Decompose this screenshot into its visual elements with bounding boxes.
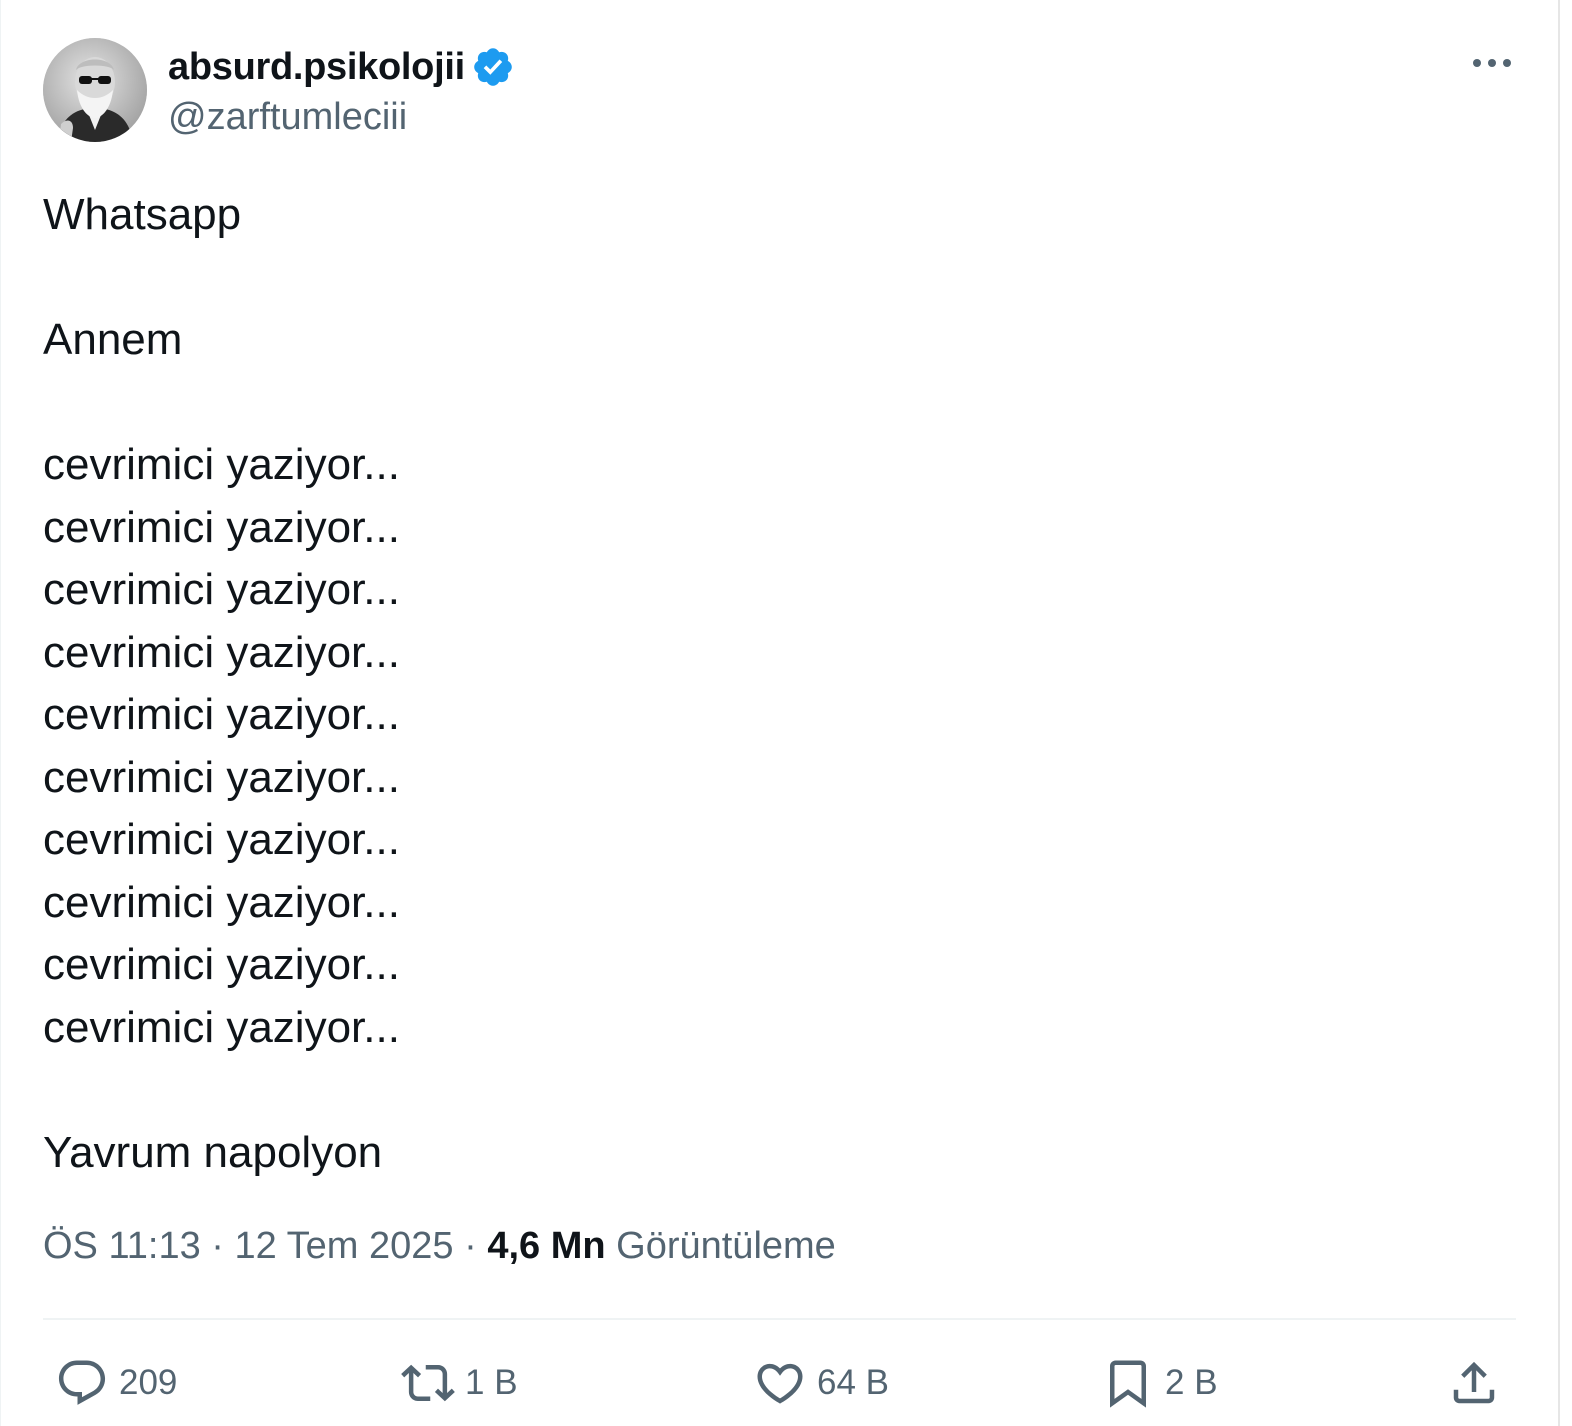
share-button[interactable] [1447,1350,1501,1416]
display-name[interactable]: absurd.psikolojii [168,46,465,89]
name-row: absurd.psikolojii [168,42,515,92]
more-options-button[interactable] [1471,46,1513,80]
tweet-line: Yavrum napolyon [43,1127,383,1177]
views-space [606,1225,617,1268]
tweet-line: cevrimici yaziyor... [43,940,400,989]
tweet-line: cevrimici yaziyor... [43,690,400,739]
tweet-line: cevrimici yaziyor... [43,502,400,552]
repost-icon [401,1364,455,1402]
tweet-card: absurd.psikolojii @zarftumleciii Whatsap… [0,0,1560,1426]
avatar-portrait-icon [43,38,147,142]
divider [43,1318,1516,1320]
tweet-line: cevrimici yaziyor... [43,752,400,802]
tweet-header: absurd.psikolojii @zarftumleciii [43,38,1523,144]
views-label[interactable]: Görüntüleme [616,1225,836,1268]
meta-separator: · [453,1225,488,1267]
more-dots-icon [1473,59,1511,67]
user-handle[interactable]: @zarftumleciii [168,96,407,139]
meta-separator: · [200,1225,235,1267]
action-bar: 209 1 B 64 B 2 B [1,1340,1561,1426]
heart-icon [757,1363,803,1404]
tweet-line: cevrimici yaziyor... [43,565,400,614]
avatar[interactable] [43,38,147,142]
reply-count: 209 [119,1363,178,1402]
tweet-date[interactable]: 12 Tem 2025 [235,1225,454,1268]
tweet-line: cevrimici yaziyor... [43,440,400,489]
tweet-meta: ÖS 11:13 · 12 Tem 2025 · 4,6 Mn Görüntül… [43,1225,836,1268]
verified-check-icon[interactable] [471,45,515,89]
like-button[interactable]: 64 B [753,1350,889,1416]
bookmark-count: 2 B [1165,1363,1218,1402]
bookmark-icon [1110,1360,1146,1408]
bookmark-button[interactable]: 2 B [1101,1350,1218,1416]
repost-count: 1 B [465,1363,518,1402]
tweet-line: cevrimici yaziyor... [43,1002,400,1052]
tweet-line: cevrimici yaziyor... [43,627,400,677]
tweet-line: Whatsapp [43,190,242,239]
reply-icon [58,1360,106,1405]
reply-button[interactable]: 209 [55,1350,177,1416]
tweet-line: cevrimici yaziyor... [43,815,400,864]
tweet-line: cevrimici yaziyor... [43,877,400,927]
share-icon [1453,1361,1495,1404]
tweet-time[interactable]: ÖS 11:13 [43,1225,201,1268]
tweet-line: Annem [43,315,183,364]
repost-button[interactable]: 1 B [401,1350,518,1416]
tweet-text: Whatsapp Annem cevrimici yaziyor... cevrimi… [43,184,400,1184]
like-count: 64 B [817,1363,889,1402]
views-count[interactable]: 4,6 Mn [487,1225,605,1268]
